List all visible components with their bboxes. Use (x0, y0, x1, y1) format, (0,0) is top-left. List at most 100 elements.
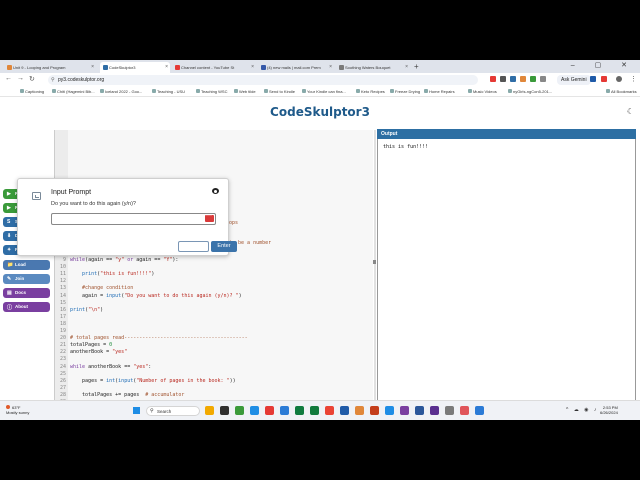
bookmark-item[interactable]: Chiti (Hagemini Bib... (52, 89, 95, 94)
tab-favicon-icon (7, 65, 12, 70)
bookmark-item[interactable]: Your Kindle can fina... (302, 89, 346, 94)
code-editor[interactable]: 9 while(again == "y" or again == "Y"): 10 1… (54, 130, 373, 420)
taskbar-app-icon[interactable] (415, 406, 424, 415)
line-number: 28 (59, 391, 66, 398)
all-bookmarks[interactable]: All Bookmarks (606, 89, 637, 94)
line-number: 21 (59, 342, 66, 349)
enter-button[interactable]: Enter (211, 241, 237, 252)
dark-mode-icon[interactable]: ☾ (627, 107, 634, 116)
back-icon[interactable]: ← (5, 75, 12, 82)
taskbar-app-icon[interactable] (475, 406, 484, 415)
taskbar-app-icon[interactable] (460, 406, 469, 415)
bookmark-item[interactable]: Teaching WSC (196, 89, 227, 94)
windows-start-icon[interactable] (133, 407, 140, 414)
browser-tab[interactable]: Soothing Waters Bouquet × (336, 62, 410, 73)
code-line: 14 again = input("Do you want to do this… (55, 293, 374, 300)
window-controls[interactable]: – ▢ ✕ (571, 61, 636, 69)
code-text: print("\n") (70, 307, 103, 313)
sidebar-button-load[interactable]: 📁 Load (3, 260, 50, 270)
tab-close-icon[interactable]: × (91, 64, 94, 70)
extension-icon[interactable] (520, 76, 526, 82)
taskbar-app-icon[interactable] (445, 406, 454, 415)
taskbar-search[interactable]: ⚲ Search (146, 406, 200, 416)
site-info-icon[interactable]: ⚲ (51, 77, 55, 83)
tab-close-icon[interactable]: × (405, 64, 408, 70)
pane-divider-handle[interactable] (373, 260, 376, 264)
dialog-secondary-button[interactable] (178, 241, 209, 252)
taskbar-app-icon[interactable] (220, 406, 229, 415)
url-input[interactable]: ⚲ py3.codeskulptor.org (48, 75, 478, 85)
line-number: 13 (59, 285, 66, 292)
bookmark-item[interactable]: Captioning (20, 89, 44, 94)
extension-icon[interactable] (540, 76, 546, 82)
pane-divider[interactable] (374, 130, 376, 420)
prompt-input[interactable] (51, 213, 216, 225)
browser-tab[interactable]: Unit 9 - Looping and Program × (4, 62, 96, 73)
bookmark-item[interactable]: nyGirls-ngCon5-201... (508, 89, 552, 94)
taskbar-app-icon[interactable] (295, 406, 304, 415)
extension-icon[interactable] (530, 76, 536, 82)
dialog-question: Do you want to do this again (y/n)? (51, 201, 136, 207)
menu-icon[interactable]: ⋮ (630, 75, 637, 83)
bookmark-item[interactable]: Home Repairs (424, 89, 455, 94)
browser-tab[interactable]: CodeSkulptor3 × (100, 62, 170, 73)
taskbar-app-icon[interactable] (205, 406, 214, 415)
clock[interactable]: 2:53 PM 6/26/2024 (600, 405, 618, 415)
taskbar-app-icon[interactable] (430, 406, 439, 415)
taskbar-app-icon[interactable] (265, 406, 274, 415)
password-manager-icon[interactable] (205, 213, 214, 222)
tab-close-icon[interactable]: × (251, 64, 254, 70)
code-token: ): (172, 257, 179, 263)
new-tab-button[interactable]: + (414, 62, 419, 71)
bookmark-item[interactable]: Freeze Drying (390, 89, 420, 94)
taskbar-app-icon[interactable] (325, 406, 334, 415)
forward-icon[interactable]: → (17, 75, 24, 82)
code-line: 20 # total pages read--------------------… (55, 335, 374, 342)
line-number: 18 (59, 320, 66, 327)
extension-icon[interactable] (510, 76, 516, 82)
bookmark-item[interactable]: Keto Recipes (356, 89, 385, 94)
tab-close-icon[interactable]: × (329, 64, 332, 70)
sidebar-button-about[interactable]: ⓘ About (3, 302, 50, 312)
sidebar-button-join[interactable]: ✎ Join (3, 274, 50, 284)
eye-icon[interactable] (212, 188, 219, 194)
taskbar-app-icon[interactable] (355, 406, 364, 415)
taskbar-app-icon[interactable] (370, 406, 379, 415)
ask-gemini-button[interactable]: Ask Gemini (557, 75, 591, 85)
code-text: print("this is fun!!!!") (70, 271, 154, 277)
code-token: ) (238, 292, 242, 299)
taskbar-app-icon[interactable] (340, 406, 349, 415)
taskbar-app-icon[interactable] (280, 406, 289, 415)
taskbar-app-icon[interactable] (235, 406, 244, 415)
sidebar-button-label: About (15, 304, 28, 309)
extension-icon[interactable] (590, 76, 596, 82)
taskbar-app-icon[interactable] (250, 406, 259, 415)
bookmark-item[interactable]: Music Videos (468, 89, 497, 94)
weather-widget[interactable]: 63°F Mostly sunny (6, 405, 29, 415)
bookmark-item[interactable]: Teaching - USU (152, 89, 185, 94)
app-title: CodeSkulptor3 (270, 105, 370, 119)
sidebar-button-docs[interactable]: ▤ Docs (3, 288, 50, 298)
taskbar-app-icon[interactable] (310, 406, 319, 415)
profile-avatar[interactable] (616, 76, 622, 82)
tab-close-icon[interactable]: × (165, 64, 168, 70)
taskbar-app-icon[interactable] (385, 406, 394, 415)
extension-icon[interactable] (500, 76, 506, 82)
browser-tab[interactable]: Channel content - YouTube St × (172, 62, 256, 73)
code-token: print (82, 271, 98, 278)
reload-icon[interactable]: ↻ (29, 75, 35, 83)
sidebar-button-icon: ⬇ (7, 233, 12, 239)
bookmark-item[interactable]: Send to Kindle (264, 89, 295, 94)
code-line: 9 while(again == "y" or again == "Y"): (55, 257, 374, 264)
extension-icon[interactable] (490, 76, 496, 82)
extension-icon[interactable] (601, 76, 607, 82)
code-token: or (124, 257, 137, 263)
line-number: 16 (59, 306, 66, 313)
sidebar-button-icon: ✎ (7, 276, 12, 282)
system-tray-icons[interactable]: ^ ☁ ◉ ♪ (566, 407, 598, 413)
taskbar-app-icon[interactable] (400, 406, 409, 415)
browser-tab[interactable]: (4) new mails | mail.com Prem × (258, 62, 334, 73)
bookmark-item[interactable]: Iceland 2022 - Goo... (100, 89, 142, 94)
output-panel: this is fun!!!! (377, 139, 636, 420)
bookmark-item[interactable]: Web tilde (234, 89, 256, 94)
